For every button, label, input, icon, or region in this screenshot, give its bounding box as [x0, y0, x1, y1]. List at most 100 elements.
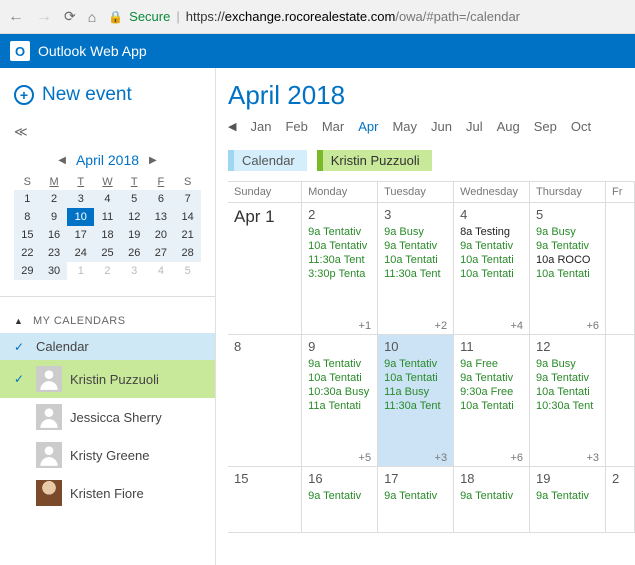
- more-events[interactable]: +5: [359, 452, 372, 464]
- mini-day[interactable]: 13: [148, 208, 175, 226]
- day-cell[interactable]: 48a Testing9a Tentativ10a Tentati10a Ten…: [454, 203, 530, 334]
- more-events[interactable]: +4: [511, 320, 524, 332]
- event[interactable]: 11:30a Tent: [384, 268, 447, 280]
- mini-day[interactable]: 22: [14, 244, 41, 262]
- collapse-sidebar-icon[interactable]: ≪: [0, 120, 215, 148]
- event[interactable]: 9a Tentativ: [536, 490, 599, 502]
- calendar-tag[interactable]: Kristin Puzzuoli: [317, 150, 432, 171]
- mini-day[interactable]: 2: [41, 190, 68, 208]
- month-nav-item[interactable]: May: [392, 119, 417, 134]
- event[interactable]: 10a Tentati: [536, 268, 599, 280]
- forward-icon[interactable]: →: [36, 8, 52, 26]
- mini-day[interactable]: 15: [14, 226, 41, 244]
- mini-prev-icon[interactable]: ◀: [58, 155, 66, 166]
- event[interactable]: 10a Tentati: [460, 400, 523, 412]
- mini-day[interactable]: 23: [41, 244, 68, 262]
- day-cell[interactable]: 29a Tentativ10a Tentativ11:30a Tent3:30p…: [302, 203, 378, 334]
- more-events[interactable]: +6: [586, 320, 599, 332]
- more-events[interactable]: +3: [586, 452, 599, 464]
- event[interactable]: 9a Tentativ: [384, 358, 447, 370]
- month-nav-item[interactable]: Oct: [571, 119, 591, 134]
- month-nav-item[interactable]: Feb: [285, 119, 307, 134]
- mini-day[interactable]: 5: [121, 190, 148, 208]
- day-cell[interactable]: [606, 335, 635, 466]
- mini-next-icon[interactable]: ▶: [149, 155, 157, 166]
- new-event-button[interactable]: + New event: [0, 78, 215, 120]
- event[interactable]: 9a Tentativ: [536, 240, 599, 252]
- month-nav-item[interactable]: Jun: [431, 119, 452, 134]
- event[interactable]: 9a Tentativ: [384, 240, 447, 252]
- event[interactable]: 9a Tentativ: [308, 490, 371, 502]
- event[interactable]: 9a Tentativ: [384, 490, 447, 502]
- event[interactable]: 10a Tentati: [384, 254, 447, 266]
- mini-day[interactable]: 1: [67, 262, 94, 280]
- month-nav-item[interactable]: Apr: [358, 119, 378, 134]
- calendar-list-item[interactable]: Kristy Greene: [0, 436, 215, 474]
- day-cell[interactable]: 179a Tentativ: [378, 467, 454, 532]
- month-nav-item[interactable]: Mar: [322, 119, 344, 134]
- event[interactable]: 11a Tentati: [308, 400, 371, 412]
- event[interactable]: 11:30a Tent: [384, 400, 447, 412]
- mini-day[interactable]: 30: [41, 262, 68, 280]
- event[interactable]: 9a Tentativ: [460, 372, 523, 384]
- day-cell[interactable]: 99a Tentativ10a Tentati10:30a Busy11a Te…: [302, 335, 378, 466]
- mini-day[interactable]: 4: [94, 190, 121, 208]
- month-prev-icon[interactable]: ◀: [228, 120, 236, 133]
- calendar-list-item[interactable]: Kristen Fiore: [0, 474, 215, 512]
- mini-day[interactable]: 12: [121, 208, 148, 226]
- event[interactable]: 10a Tentati: [460, 254, 523, 266]
- event[interactable]: 10a Tentativ: [308, 240, 371, 252]
- day-cell[interactable]: 199a Tentativ: [530, 467, 606, 532]
- mini-day[interactable]: 14: [174, 208, 201, 226]
- mini-day[interactable]: 20: [148, 226, 175, 244]
- mini-day[interactable]: 17: [67, 226, 94, 244]
- event[interactable]: 3:30p Tenta: [308, 268, 371, 280]
- event[interactable]: 10a Tentati: [308, 372, 371, 384]
- mini-day[interactable]: 10: [67, 208, 94, 226]
- mini-day[interactable]: 21: [174, 226, 201, 244]
- day-cell[interactable]: Apr 1: [228, 203, 302, 334]
- month-nav-item[interactable]: Sep: [534, 119, 557, 134]
- mini-day[interactable]: 2: [94, 262, 121, 280]
- event[interactable]: 8a Testing: [460, 226, 523, 238]
- mini-day[interactable]: 25: [94, 244, 121, 262]
- mini-day[interactable]: 9: [41, 208, 68, 226]
- day-cell[interactable]: 15: [228, 467, 302, 532]
- day-cell[interactable]: 8: [228, 335, 302, 466]
- calendar-list-item[interactable]: ✓Kristin Puzzuoli: [0, 360, 215, 398]
- mini-day[interactable]: 11: [94, 208, 121, 226]
- event[interactable]: 9a Busy: [536, 226, 599, 238]
- event[interactable]: 9a Busy: [384, 226, 447, 238]
- day-cell[interactable]: 189a Tentativ: [454, 467, 530, 532]
- day-cell[interactable]: 169a Tentativ: [302, 467, 378, 532]
- mini-day[interactable]: 26: [121, 244, 148, 262]
- event[interactable]: 11a Busy: [384, 386, 447, 398]
- event[interactable]: 10a Tentati: [460, 268, 523, 280]
- event[interactable]: 9a Tentativ: [308, 226, 371, 238]
- mini-day[interactable]: 8: [14, 208, 41, 226]
- reload-icon[interactable]: ⟳: [64, 8, 76, 25]
- event[interactable]: 10:30a Tent: [536, 400, 599, 412]
- more-events[interactable]: +6: [511, 452, 524, 464]
- mini-day[interactable]: 18: [94, 226, 121, 244]
- event[interactable]: 9a Free: [460, 358, 523, 370]
- day-cell[interactable]: 59a Busy9a Tentativ10a ROCO10a Tentati+6: [530, 203, 606, 334]
- mini-day[interactable]: 3: [67, 190, 94, 208]
- event[interactable]: 11:30a Tent: [308, 254, 371, 266]
- calendar-list-item[interactable]: Jessicca Sherry: [0, 398, 215, 436]
- event[interactable]: 10a ROCO: [536, 254, 599, 266]
- mini-day[interactable]: 24: [67, 244, 94, 262]
- event[interactable]: 9a Tentativ: [460, 490, 523, 502]
- more-events[interactable]: +2: [435, 320, 448, 332]
- mini-day[interactable]: 1: [14, 190, 41, 208]
- month-nav-item[interactable]: Jan: [250, 119, 271, 134]
- event[interactable]: 9a Tentativ: [536, 372, 599, 384]
- mini-day[interactable]: 19: [121, 226, 148, 244]
- more-events[interactable]: +1: [359, 320, 372, 332]
- event[interactable]: 9:30a Free: [460, 386, 523, 398]
- mini-day[interactable]: 5: [174, 262, 201, 280]
- day-cell[interactable]: 129a Busy9a Tentativ10a Tentati10:30a Te…: [530, 335, 606, 466]
- calendar-list-item[interactable]: ✓Calendar: [0, 333, 215, 360]
- mini-day[interactable]: 28: [174, 244, 201, 262]
- back-icon[interactable]: ←: [8, 8, 24, 26]
